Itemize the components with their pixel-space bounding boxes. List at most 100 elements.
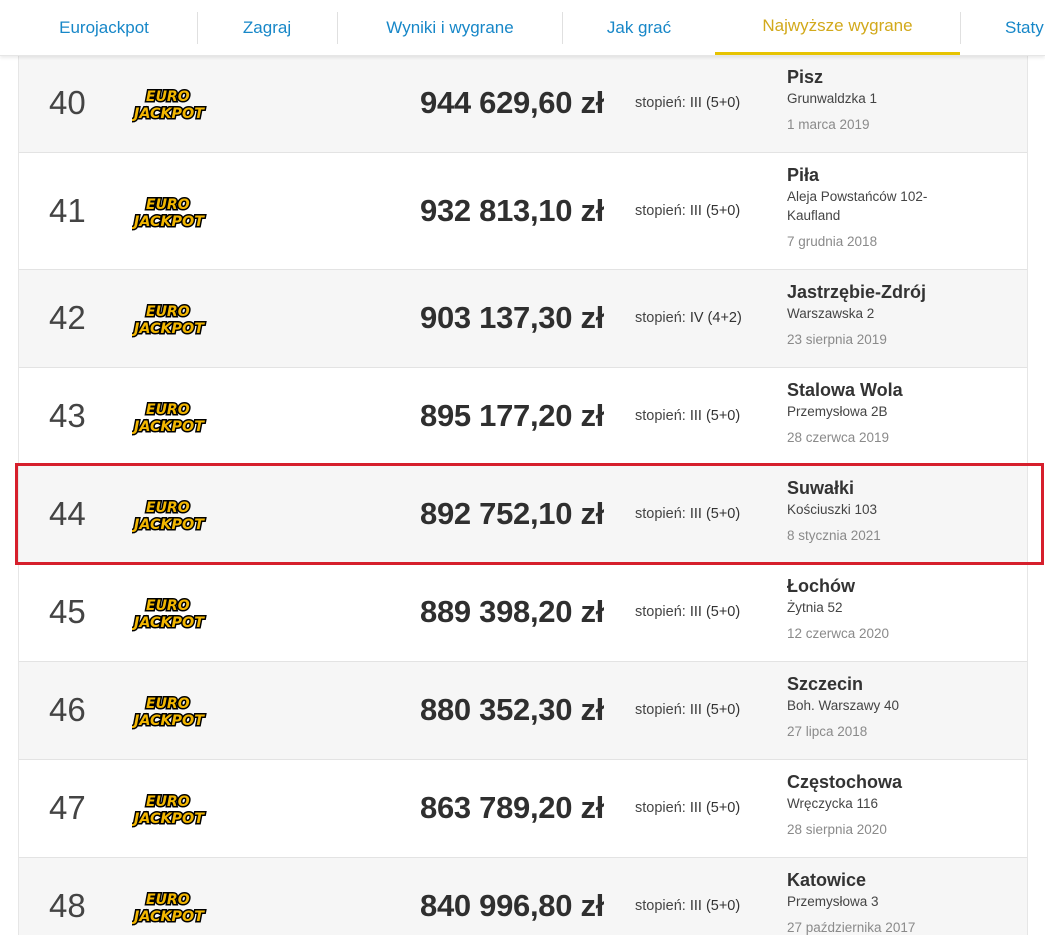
draw-date: 8 stycznia 2021 <box>787 528 881 543</box>
draw-date: 23 sierpnia 2019 <box>787 332 887 347</box>
tab-jak-grac[interactable]: Jak grać <box>563 0 715 55</box>
svg-text:JACKPOT: JACKPOT <box>132 615 205 631</box>
tab-eurojackpot[interactable]: Eurojackpot <box>20 0 188 55</box>
svg-text:JACKPOT: JACKPOT <box>132 713 205 729</box>
tier-value: III (5+0) <box>689 408 741 424</box>
eurojackpot-logo: EUROEUROJACKPOTJACKPOT <box>130 499 207 535</box>
winning-row: 45 EURO EURO JACKPOT JACKPOT 889 398,20 zł sto… <box>19 564 1027 662</box>
game-logo: EURO EURO JACKPOT JACKPOT <box>130 690 208 732</box>
street-address: Żytnia 52 <box>787 600 843 615</box>
eurojackpot-logo: EUROEUROJACKPOTJACKPOT <box>130 401 207 437</box>
location: Katowice Przemysłowa 3 27 października 201… <box>787 869 967 935</box>
prize-tier: stopień: III (5+0) <box>635 203 740 219</box>
tab-wyniki-i-wygrane[interactable]: Wyniki i wygrane <box>338 0 562 55</box>
tier-label: stopień: <box>635 95 686 111</box>
draw-date: 28 czerwca 2019 <box>787 430 890 445</box>
prize-amount: 840 996,80 zł <box>420 888 604 923</box>
rank-number: 42 <box>49 299 86 336</box>
tab-statystyki[interactable]: Staty <box>990 0 1045 55</box>
prize-tier: stopień: III (5+0) <box>635 702 740 718</box>
prize-tier: stopień: IV (4+2) <box>635 310 742 326</box>
rank-number: 43 <box>49 397 86 434</box>
prize-amount: 944 629,60 zł <box>420 85 604 120</box>
game-logo: EURO EURO JACKPOT JACKPOT <box>130 592 208 634</box>
svg-text:EURO: EURO <box>146 89 190 105</box>
winning-row: 40 EURO EURO JACKPOT JACKPOT 944 629,60 zł sto… <box>19 55 1027 153</box>
game-logo: EURO EURO JACKPOT JACKPOT <box>130 396 208 438</box>
tier-value: III (5+0) <box>689 898 741 914</box>
location: Szczecin Boh. Warszawy 40 27 lipca 2018 <box>787 673 967 741</box>
tab-divider <box>960 12 961 44</box>
draw-date: 7 grudnia 2018 <box>787 234 878 249</box>
svg-text:EURO: EURO <box>146 598 190 614</box>
city-name: Szczecin <box>787 674 864 694</box>
street-address: Aleja Powstańców 102-Kaufland <box>787 189 928 223</box>
svg-text:JACKPOT: JACKPOT <box>132 517 205 533</box>
city-name: Suwałki <box>787 478 855 498</box>
tier-label: stopień: <box>635 702 686 718</box>
winning-row: 46 EURO EURO JACKPOT JACKPOT 880 352,30 zł sto… <box>19 662 1027 760</box>
tab-zagraj[interactable]: Zagraj <box>198 0 336 55</box>
winning-row: 42 EURO EURO JACKPOT JACKPOT 903 137,30 zł sto… <box>19 270 1027 368</box>
prize-amount: 892 752,10 zł <box>420 496 604 531</box>
eurojackpot-logo: EUROEUROJACKPOTJACKPOT <box>130 195 207 231</box>
prize-amount: 895 177,20 zł <box>420 398 604 433</box>
prize-amount: 903 137,30 zł <box>420 300 604 335</box>
draw-date: 1 marca 2019 <box>787 117 870 132</box>
eurojackpot-logo: EUROEUROJACKPOTJACKPOT <box>130 88 207 124</box>
rank-number: 48 <box>49 887 86 924</box>
prize-tier: stopień: III (5+0) <box>635 898 740 914</box>
location: Piła Aleja Powstańców 102-Kaufland 7 grudn… <box>787 164 967 251</box>
tier-value: IV (4+2) <box>689 310 742 326</box>
svg-text:EURO: EURO <box>146 197 190 213</box>
street-address: Przemysłowa 3 <box>787 894 879 909</box>
location: Częstochowa Wręczycka 116 28 sierpnia 2020 <box>787 771 967 839</box>
prize-amount: 880 352,30 zł <box>420 692 604 727</box>
tier-label: stopień: <box>635 604 686 620</box>
game-logo: EURO EURO JACKPOT JACKPOT <box>130 886 208 928</box>
winnings-list: 40 EURO EURO JACKPOT JACKPOT 944 629,60 zł sto… <box>18 55 1028 935</box>
winning-row: 43 EURO EURO JACKPOT JACKPOT 895 177,20 zł sto… <box>19 368 1027 466</box>
game-logo: EURO EURO JACKPOT JACKPOT <box>130 298 208 340</box>
tier-label: stopień: <box>635 408 686 424</box>
page: Eurojackpot Zagraj Wyniki i wygrane Jak … <box>0 0 1045 935</box>
svg-text:JACKPOT: JACKPOT <box>132 419 205 435</box>
prize-tier: stopień: III (5+0) <box>635 95 740 111</box>
rank-number: 45 <box>49 593 86 630</box>
rank-number: 44 <box>49 495 86 532</box>
tier-value: III (5+0) <box>689 95 741 111</box>
svg-text:EURO: EURO <box>146 304 190 320</box>
winning-row: 47 EURO EURO JACKPOT JACKPOT 863 789,20 zł sto… <box>19 760 1027 858</box>
game-logo: EURO EURO JACKPOT JACKPOT <box>130 191 208 233</box>
rank-number: 46 <box>49 691 86 728</box>
tier-value: III (5+0) <box>689 604 741 620</box>
svg-text:JACKPOT: JACKPOT <box>132 321 205 337</box>
street-address: Boh. Warszawy 40 <box>787 698 900 713</box>
eurojackpot-logo: EUROEUROJACKPOTJACKPOT <box>130 695 207 731</box>
svg-text:JACKPOT: JACKPOT <box>132 214 205 230</box>
street-address: Warszawska 2 <box>787 306 875 321</box>
city-name: Jastrzębie-Zdrój <box>787 282 927 302</box>
prize-amount: 932 813,10 zł <box>420 192 604 228</box>
svg-text:JACKPOT: JACKPOT <box>132 909 205 925</box>
location: Łochów Żytnia 52 12 czerwca 2020 <box>787 575 967 643</box>
draw-date: 27 października 2017 <box>787 920 916 935</box>
city-name: Częstochowa <box>787 772 903 792</box>
street-address: Grunwaldzka 1 <box>787 91 878 106</box>
winning-row: 44 EURO EURO JACKPOT JACKPOT 892 752,10 zł sto… <box>19 466 1027 564</box>
rank-number: 41 <box>49 191 86 229</box>
tier-label: stopień: <box>635 898 686 914</box>
tier-value: III (5+0) <box>689 800 741 816</box>
tab-najwyzsze-wygrane[interactable]: Najwyższe wygrane <box>715 0 960 55</box>
draw-date: 12 czerwca 2020 <box>787 626 890 641</box>
prize-amount: 863 789,20 zł <box>420 790 604 825</box>
game-logo: EURO EURO JACKPOT JACKPOT <box>130 83 208 125</box>
tier-value: III (5+0) <box>689 202 741 219</box>
svg-text:EURO: EURO <box>146 794 190 810</box>
svg-text:EURO: EURO <box>146 402 190 418</box>
rank-number: 40 <box>49 84 86 121</box>
winning-row: 48 EURO EURO JACKPOT JACKPOT 840 996,80 zł sto… <box>19 858 1027 935</box>
tier-value: III (5+0) <box>689 702 741 718</box>
city-name: Pisz <box>787 67 824 87</box>
svg-text:EURO: EURO <box>146 500 190 516</box>
